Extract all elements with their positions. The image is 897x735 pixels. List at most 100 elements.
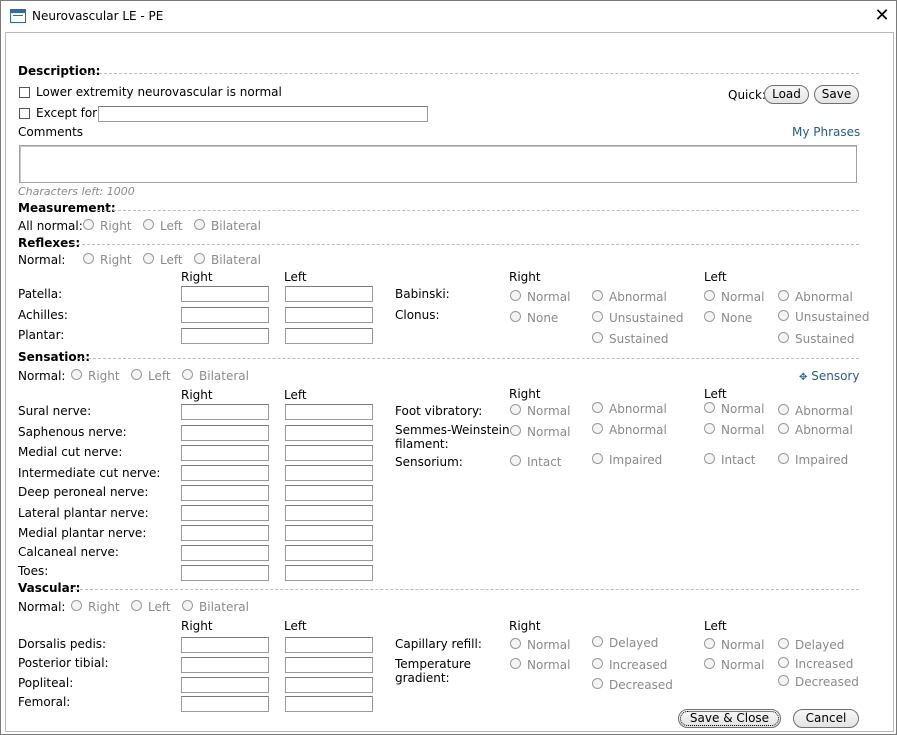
- cancel-button[interactable]: Cancel: [793, 709, 859, 728]
- sensorium-left-impaired-radio[interactable]: [778, 453, 789, 464]
- posterior-tibial-right-input[interactable]: [181, 657, 269, 673]
- temperature-left-decreased-radio[interactable]: [778, 675, 789, 686]
- intermediate-cut-nerve-right-input[interactable]: [181, 465, 269, 481]
- measurement-bilateral-radio[interactable]: [194, 219, 205, 230]
- reflexes-left-radio[interactable]: [143, 253, 154, 264]
- babinski-left-abnormal-radio[interactable]: [778, 290, 789, 301]
- clonus-right-unsustained-label: Unsustained: [609, 311, 684, 325]
- medial-plantar-nerve-right-input[interactable]: [181, 525, 269, 541]
- sensorium-right-impaired-radio[interactable]: [592, 453, 603, 464]
- sural-nerve-right-input[interactable]: [181, 404, 269, 420]
- babinski-right-normal-radio[interactable]: [510, 290, 521, 301]
- femoral-left-input[interactable]: [285, 696, 373, 712]
- dorsalis-pedis-left-input[interactable]: [285, 637, 373, 653]
- vascular-right-radio[interactable]: [71, 600, 82, 611]
- vascular-left-radio[interactable]: [131, 600, 142, 611]
- plantar-right-input[interactable]: [181, 328, 269, 344]
- normal-checkbox[interactable]: [19, 87, 30, 98]
- patella-right-input[interactable]: [181, 286, 269, 302]
- vascular-bilateral-radio[interactable]: [182, 600, 193, 611]
- clonus-left-sustained-label: Sustained: [795, 332, 855, 346]
- lateral-plantar-nerve-left-input[interactable]: [285, 505, 373, 521]
- clonus-left-unsustained-radio[interactable]: [778, 310, 789, 321]
- plantar-left-input[interactable]: [285, 328, 373, 344]
- capillary-left-normal-radio[interactable]: [704, 638, 715, 649]
- deep-peroneal-nerve-right-input[interactable]: [181, 485, 269, 501]
- clonus-left-sustained-radio[interactable]: [778, 332, 789, 343]
- clonus-right-unsustained-radio[interactable]: [592, 311, 603, 322]
- posterior-tibial-left-input[interactable]: [285, 657, 373, 673]
- babinski-left-normal-radio[interactable]: [704, 290, 715, 301]
- vibratory-left-normal-radio[interactable]: [704, 402, 715, 413]
- sensorium-right-intact-radio[interactable]: [510, 455, 521, 466]
- babinski-left-abnormal-label: Abnormal: [795, 290, 853, 304]
- babinski-right-abnormal-radio[interactable]: [592, 290, 603, 301]
- except-for-input[interactable]: [98, 106, 428, 122]
- semmes-left-normal-radio[interactable]: [704, 423, 715, 434]
- vibratory-left-normal-label: Normal: [721, 402, 765, 416]
- popliteal-left-input[interactable]: [285, 677, 373, 693]
- vibratory-left-abnormal-radio[interactable]: [778, 404, 789, 415]
- intermediate-cut-nerve-left-input[interactable]: [285, 465, 373, 481]
- sensorium-right-intact-label: Intact: [527, 455, 562, 469]
- temperature-right-normal-radio[interactable]: [510, 658, 521, 669]
- my-phrases-link[interactable]: My Phrases: [792, 125, 860, 139]
- save-close-button[interactable]: Save & Close: [678, 709, 781, 728]
- close-icon[interactable]: ✕: [870, 5, 894, 27]
- vibratory-right-abnormal-radio[interactable]: [592, 402, 603, 413]
- measurement-right-radio[interactable]: [83, 219, 94, 230]
- clonus-right-sustained-radio[interactable]: [592, 332, 603, 343]
- foot-vibratory-label: Foot vibratory:: [395, 404, 483, 418]
- saphenous-nerve-right-input[interactable]: [181, 425, 269, 441]
- babinski-left-normal-label: Normal: [721, 290, 765, 304]
- reflexes-col-left: Left: [284, 270, 307, 284]
- sensation-left-label: Left: [148, 369, 171, 383]
- quick-save-button[interactable]: Save: [814, 85, 859, 104]
- capillary-refill-label: Capillary refill:: [395, 637, 482, 651]
- temperature-left-increased-radio[interactable]: [778, 657, 789, 668]
- capillary-left-delayed-radio[interactable]: [778, 638, 789, 649]
- comments-textarea[interactable]: [19, 145, 857, 183]
- temperature-right-increased-radio[interactable]: [592, 658, 603, 669]
- sensation-bilateral-radio[interactable]: [182, 369, 193, 380]
- dorsalis-pedis-right-input[interactable]: [181, 637, 269, 653]
- measurement-left-radio[interactable]: [143, 219, 154, 230]
- semmes-right-abnormal-radio[interactable]: [592, 423, 603, 434]
- sural-nerve-left-input[interactable]: [285, 404, 373, 420]
- sensation-left-radio[interactable]: [131, 369, 142, 380]
- saphenous-nerve-left-input[interactable]: [285, 425, 373, 441]
- sensorium-left-intact-radio[interactable]: [704, 453, 715, 464]
- semmes-left-abnormal-radio[interactable]: [778, 423, 789, 434]
- temperature-left-normal-radio[interactable]: [704, 658, 715, 669]
- quick-load-button[interactable]: Load: [764, 85, 809, 104]
- lateral-plantar-nerve-right-input[interactable]: [181, 505, 269, 521]
- medial-cut-nerve-left-input[interactable]: [285, 445, 373, 461]
- deep-peroneal-nerve-left-input[interactable]: [285, 485, 373, 501]
- achilles-right-input[interactable]: [181, 307, 269, 323]
- reflexes-bilateral-radio[interactable]: [194, 253, 205, 264]
- semmes-right-normal-radio[interactable]: [510, 425, 521, 436]
- temperature-right-decreased-radio[interactable]: [592, 678, 603, 689]
- calcaneal-nerve-right-input[interactable]: [181, 545, 269, 561]
- medial-plantar-nerve-left-input[interactable]: [285, 525, 373, 541]
- vascular-col-left: Left: [284, 619, 307, 633]
- clonus-right-none-radio[interactable]: [510, 311, 521, 322]
- femoral-right-input[interactable]: [181, 696, 269, 712]
- sensation-right-radio[interactable]: [71, 369, 82, 380]
- vascular-right-label: Right: [88, 600, 120, 614]
- clonus-left-none-radio[interactable]: [704, 311, 715, 322]
- sensory-link[interactable]: ✥ Sensory: [799, 369, 859, 383]
- reflexes-right-radio[interactable]: [83, 253, 94, 264]
- toes-left-input[interactable]: [285, 565, 373, 581]
- calcaneal-nerve-left-input[interactable]: [285, 545, 373, 561]
- toes-right-input[interactable]: [181, 565, 269, 581]
- capillary-right-normal-radio[interactable]: [510, 638, 521, 649]
- achilles-left-input[interactable]: [285, 307, 373, 323]
- vibratory-right-normal-radio[interactable]: [510, 404, 521, 415]
- patella-left-input[interactable]: [285, 286, 373, 302]
- popliteal-right-input[interactable]: [181, 677, 269, 693]
- medial-cut-nerve-right-input[interactable]: [181, 445, 269, 461]
- sensation-divider: [78, 358, 859, 359]
- except-for-checkbox[interactable]: [19, 108, 30, 119]
- capillary-right-delayed-radio[interactable]: [592, 636, 603, 647]
